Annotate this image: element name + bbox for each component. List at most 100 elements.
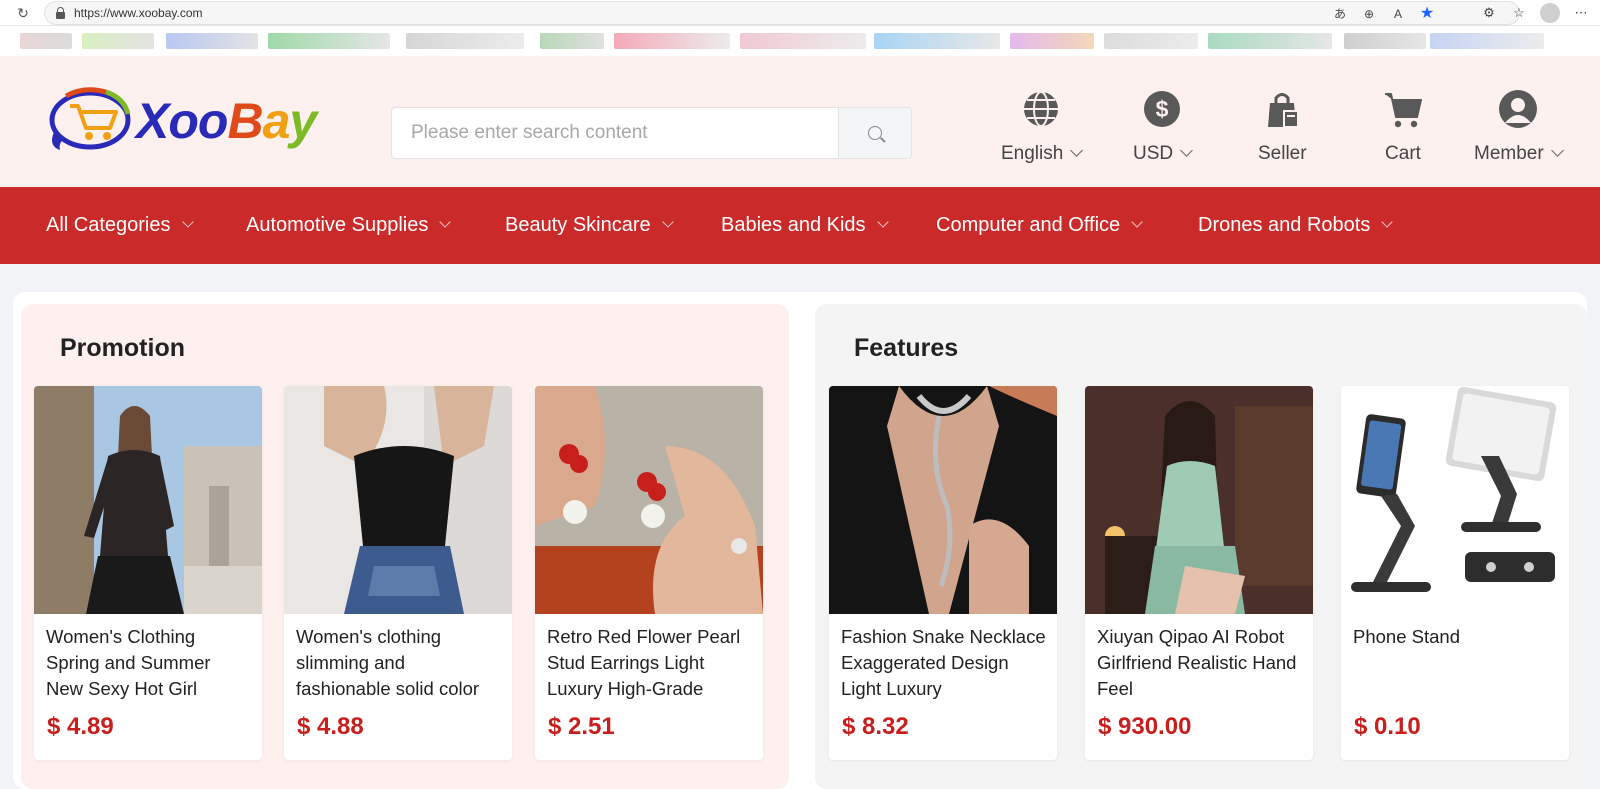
product-title[interactable]: Fashion Snake Necklace Exaggerated Desig… — [841, 624, 1047, 702]
reload-icon[interactable]: ↻ — [14, 4, 32, 22]
dollar-icon: $ — [1144, 91, 1181, 127]
search-input[interactable] — [392, 108, 838, 158]
product-card[interactable]: Women's clothing slimming and fashionabl… — [284, 386, 512, 760]
category-automotive[interactable]: Automotive Supplies — [246, 187, 451, 264]
features-section: Features Fashion Snake Necklace Exaggera… — [815, 304, 1587, 789]
product-card[interactable]: Xiuyan Qipao AI Robot Girlfriend Realist… — [1085, 386, 1313, 760]
brand-letter: oo — [168, 93, 228, 149]
product-card[interactable]: Women's Clothing Spring and Summer New S… — [34, 386, 262, 760]
product-card[interactable]: Fashion Snake Necklace Exaggerated Desig… — [829, 386, 1057, 760]
browser-actions: ⚙ ☆ ⋯ — [1480, 3, 1590, 23]
favorites-icon[interactable]: ☆ — [1510, 4, 1528, 22]
product-price: $ 8.32 — [842, 713, 909, 740]
translate-icon[interactable]: あ — [1332, 6, 1348, 22]
category-label: All Categories — [46, 214, 171, 236]
bookmarks-bar — [0, 26, 1600, 56]
address-bar-actions: あ ⊕ A ★ — [1332, 5, 1435, 23]
member-menu[interactable]: Member — [1474, 89, 1564, 165]
bookmark-item[interactable] — [740, 33, 866, 49]
extensions-icon[interactable]: ⚙ — [1480, 4, 1498, 22]
bookmark-item[interactable] — [406, 33, 524, 49]
read-aloud-icon[interactable]: A — [1390, 6, 1406, 22]
product-title[interactable]: Phone Stand — [1353, 624, 1559, 702]
globe-icon — [1024, 91, 1059, 127]
user-icon — [1498, 90, 1537, 128]
cart-logo-icon — [49, 87, 131, 150]
search-button[interactable] — [838, 108, 911, 158]
chevron-down-icon — [181, 216, 194, 228]
product-image[interactable] — [284, 386, 512, 614]
bookmark-item[interactable] — [268, 33, 390, 49]
favorite-star-icon[interactable]: ★ — [1419, 6, 1435, 22]
cart-link[interactable]: Cart — [1383, 89, 1423, 165]
category-label: Babies and Kids — [721, 214, 866, 236]
site-header: XooBay English $ USD Seller — [0, 56, 1600, 187]
product-image[interactable] — [1085, 386, 1313, 614]
product-image[interactable] — [535, 386, 763, 614]
section-title: Features — [854, 334, 959, 362]
product-title[interactable]: Xiuyan Qipao AI Robot Girlfriend Realist… — [1097, 624, 1303, 702]
product-image[interactable] — [1341, 386, 1569, 614]
bookmark-item[interactable] — [82, 33, 154, 49]
product-price: $ 4.89 — [47, 713, 114, 740]
product-title[interactable]: Women's Clothing Spring and Summer New S… — [46, 624, 252, 702]
category-label: Automotive Supplies — [246, 214, 429, 236]
chevron-down-icon — [1381, 216, 1393, 228]
product-card[interactable]: Phone Stand $ 0.10 — [1341, 386, 1569, 760]
currency-selector[interactable]: $ USD — [1133, 89, 1193, 165]
bookmark-item[interactable] — [1104, 33, 1198, 49]
svg-text:$: $ — [1156, 96, 1169, 122]
search-bar — [391, 107, 912, 159]
product-price: $ 4.88 — [297, 713, 364, 740]
product-card[interactable]: Retro Red Flower Pearl Stud Earrings Lig… — [535, 386, 763, 760]
bookmark-item[interactable] — [540, 33, 604, 49]
address-bar[interactable]: https://www.xoobay.com あ ⊕ A ★ — [44, 1, 1520, 25]
seller-link[interactable]: Seller — [1258, 89, 1307, 165]
product-title[interactable]: Retro Red Flower Pearl Stud Earrings Lig… — [547, 624, 753, 702]
category-all[interactable]: All Categories — [46, 187, 194, 264]
chevron-down-icon — [1131, 216, 1143, 228]
url-text[interactable]: https://www.xoobay.com — [74, 6, 203, 20]
more-menu-icon[interactable]: ⋯ — [1572, 4, 1590, 22]
chevron-down-icon — [439, 216, 451, 228]
product-price: $ 2.51 — [548, 713, 615, 740]
bookmark-item[interactable] — [1208, 33, 1332, 49]
product-image[interactable] — [829, 386, 1057, 614]
bookmark-item[interactable] — [614, 33, 730, 49]
language-label: English — [1001, 143, 1064, 164]
bookmark-item[interactable] — [1010, 33, 1094, 49]
bookmark-item[interactable] — [1344, 33, 1426, 49]
category-computer[interactable]: Computer and Office — [936, 187, 1143, 264]
bookmark-item[interactable] — [1430, 33, 1544, 49]
currency-label: USD — [1133, 143, 1174, 164]
profile-avatar[interactable] — [1540, 3, 1560, 23]
browser-toolbar: ↻ https://www.xoobay.com あ ⊕ A ★ ⚙ ☆ ⋯ — [0, 0, 1600, 26]
category-beauty[interactable]: Beauty Skincare — [505, 187, 674, 264]
brand-letter: X — [136, 93, 169, 149]
cart-label: Cart — [1385, 143, 1421, 164]
category-label: Drones and Robots — [1198, 214, 1371, 236]
bookmark-item[interactable] — [874, 33, 1000, 49]
brand-wordmark: XooBay — [136, 92, 317, 150]
lock-icon[interactable] — [55, 7, 66, 19]
language-selector[interactable]: English — [1001, 89, 1084, 165]
xoobay-logo[interactable]: XooBay — [44, 84, 334, 156]
product-price: $ 0.10 — [1354, 713, 1421, 740]
category-drones[interactable]: Drones and Robots — [1198, 187, 1393, 264]
chevron-down-icon — [876, 216, 889, 228]
promotion-section: Promotion Women's Clothing Spring and Su… — [21, 304, 789, 789]
category-babies[interactable]: Babies and Kids — [721, 187, 889, 264]
brand-letter: B — [227, 93, 263, 149]
category-nav: All Categories Automotive Supplies Beaut… — [0, 187, 1600, 264]
product-title[interactable]: Women's clothing slimming and fashionabl… — [296, 624, 502, 702]
bookmark-item[interactable] — [20, 33, 72, 49]
brand-letter: y — [289, 93, 317, 149]
product-image[interactable] — [34, 386, 262, 614]
zoom-icon[interactable]: ⊕ — [1361, 6, 1377, 22]
seller-label: Seller — [1258, 143, 1307, 164]
chevron-down-icon — [1070, 144, 1084, 157]
bookmark-item[interactable] — [166, 33, 258, 49]
member-label: Member — [1474, 143, 1544, 164]
chevron-down-icon — [661, 216, 674, 228]
shopping-bag-icon — [1268, 93, 1300, 128]
